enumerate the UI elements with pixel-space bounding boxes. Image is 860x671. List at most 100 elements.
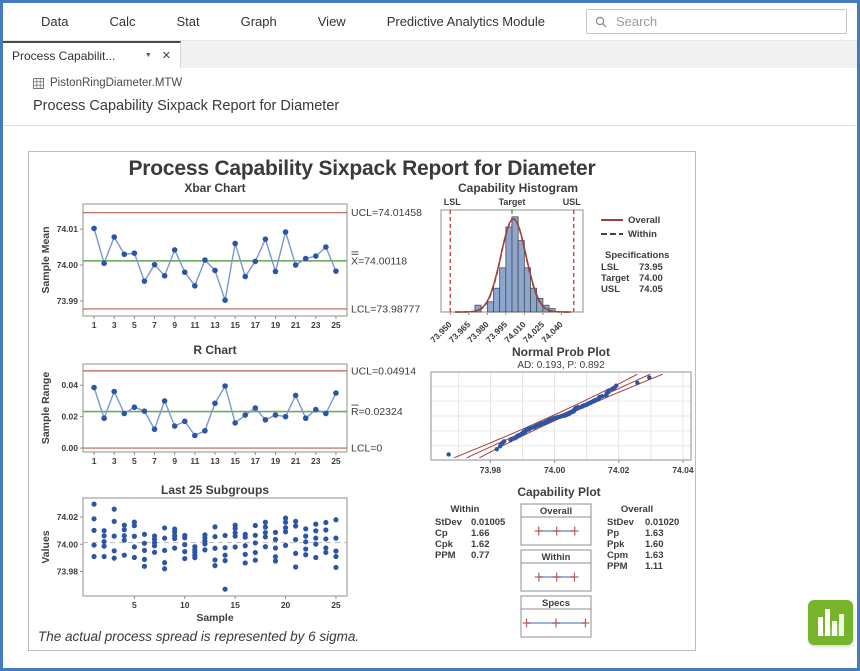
menu-bar: Data Calc Stat Graph View Predictive Ana… [3,3,857,41]
svg-text:74.00: 74.00 [57,260,79,270]
svg-text:Cp: Cp [435,528,448,539]
svg-text:23: 23 [311,320,321,330]
tab-close-icon[interactable]: ✕ [162,49,171,62]
rchart-graphics: 0.000.020.04135791113151719212325R Chart… [40,344,416,466]
report-heading: Process Capability Sixpack Report for Di… [33,98,857,114]
svg-text:Target: Target [499,197,526,207]
svg-text:15: 15 [230,320,240,330]
svg-text:1.63: 1.63 [645,528,664,539]
svg-text:USL: USL [563,197,582,207]
svg-text:PPM: PPM [607,561,628,572]
svg-text:9: 9 [172,456,177,466]
tab-dropdown-icon[interactable]: ▼ [145,52,152,59]
svg-text:20: 20 [281,600,291,610]
svg-text:5: 5 [132,456,137,466]
svg-text:1.11: 1.11 [645,561,664,572]
svg-text:LSL: LSL [601,262,619,273]
svg-text:AD: 0.193, P: 0.892: AD: 0.193, P: 0.892 [517,360,605,371]
menu-item-data[interactable]: Data [41,14,68,29]
app-window: Data Calc Stat Graph View Predictive Ana… [0,0,860,671]
menu-item-predictive-analytics[interactable]: Predictive Analytics Module [387,14,545,29]
svg-text:3: 3 [112,320,117,330]
probplot-graphics: Normal Prob PlotAD: 0.193, P: 0.892 73.98… [431,345,694,475]
svg-text:73.98: 73.98 [480,465,502,475]
svg-text:5: 5 [132,320,137,330]
svg-text:Overall: Overall [621,504,653,515]
svg-text:Overall: Overall [628,215,660,226]
capability-histogram: Capability HistogramLSLTargetUSL73.95073… [423,180,695,350]
svg-text:1.60: 1.60 [645,539,664,550]
svg-text:13: 13 [210,456,220,466]
svg-text:Normal Prob Plot: Normal Prob Plot [512,345,610,359]
svg-text:Sample: Sample [196,612,234,624]
svg-text:74.040: 74.040 [539,319,565,345]
svg-text:PPM: PPM [435,550,456,561]
search-input[interactable] [614,13,838,30]
svg-text:11: 11 [190,320,199,330]
svg-text:Last 25 Subgroups: Last 25 Subgroups [161,484,269,497]
menu-item-calc[interactable]: Calc [109,14,135,29]
svg-text:Cpk: Cpk [435,539,454,550]
svg-text:Pp: Pp [607,528,619,539]
svg-text:Specifications: Specifications [605,250,669,261]
svg-text:21: 21 [291,456,301,466]
worksheet-row[interactable]: PistonRingDiameter.MTW [33,77,857,89]
svg-text:UCL=74.01458: UCL=74.01458 [351,207,422,219]
svg-text:Capability Histogram: Capability Histogram [458,181,578,195]
search-icon [595,16,607,28]
menu-item-view[interactable]: View [318,14,346,29]
capability-plot: Capability PlotOverallWithinSpecsWithinS… [423,484,695,650]
svg-text:0.02: 0.02 [61,412,78,422]
svg-text:7: 7 [152,320,157,330]
svg-text:Specs: Specs [542,598,570,609]
svg-text:9: 9 [172,320,177,330]
svg-text:USL: USL [601,284,620,295]
svg-text:LSL: LSL [444,197,462,207]
search-box[interactable] [586,9,847,34]
svg-text:5: 5 [132,600,137,610]
svg-text:19: 19 [271,456,281,466]
svg-text:21: 21 [291,320,301,330]
svg-text:3: 3 [112,456,117,466]
svg-text:Within: Within [451,504,480,515]
capability-graphics: Capability PlotOverallWithinSpecsWithinS… [435,485,679,637]
tab-strip: Process Capabilit... ▼ ✕ [3,41,857,68]
svg-text:LCL=0: LCL=0 [351,443,382,455]
svg-text:74.02: 74.02 [608,465,630,475]
last25-graphics: Last 25 Subgroups73.9874.0074.0251015202… [40,484,347,624]
svg-text:25: 25 [331,600,341,610]
svg-text:Values: Values [40,530,52,563]
svg-text:74.00: 74.00 [639,273,663,284]
svg-text:73.95: 73.95 [639,262,663,273]
svg-text:10: 10 [180,600,190,610]
svg-text:74.01: 74.01 [57,224,79,234]
svg-text:Capability Plot: Capability Plot [517,485,600,499]
svg-text:LCL=73.98777: LCL=73.98777 [351,303,420,315]
svg-text:11: 11 [190,456,199,466]
svg-text:17: 17 [251,320,261,330]
svg-text:74.00: 74.00 [544,465,566,475]
svg-text:15: 15 [230,456,240,466]
worksheet-name: PistonRingDiameter.MTW [50,77,182,89]
svg-text:1: 1 [92,456,97,466]
svg-text:73.99: 73.99 [57,296,79,306]
svg-text:74.04: 74.04 [672,465,694,475]
svg-text:25: 25 [331,320,341,330]
xbar-graphics: 73.9974.0074.01135791113151719212325Xbar… [40,181,422,330]
menu-item-graph[interactable]: Graph [241,14,277,29]
svg-text:Sample Mean: Sample Mean [40,226,52,293]
menu-item-stat[interactable]: Stat [176,14,199,29]
svg-text:1.66: 1.66 [471,528,490,539]
svg-text:StDev: StDev [607,517,635,528]
svg-text:Target: Target [601,273,630,284]
minitab-logo-button[interactable] [808,600,853,645]
svg-text:7: 7 [152,456,157,466]
normal-prob-plot: Normal Prob PlotAD: 0.193, P: 0.892 73.98… [423,344,695,480]
svg-text:74.05: 74.05 [639,284,663,295]
svg-text:23: 23 [311,456,321,466]
svg-text:Ppk: Ppk [607,539,625,550]
svg-text:25: 25 [331,456,341,466]
sixpack-figure[interactable]: Process Capability Sixpack Report for Di… [28,151,696,651]
svg-text:Xbar Chart: Xbar Chart [184,181,245,195]
tab-process-capability[interactable]: Process Capabilit... ▼ ✕ [3,41,181,68]
